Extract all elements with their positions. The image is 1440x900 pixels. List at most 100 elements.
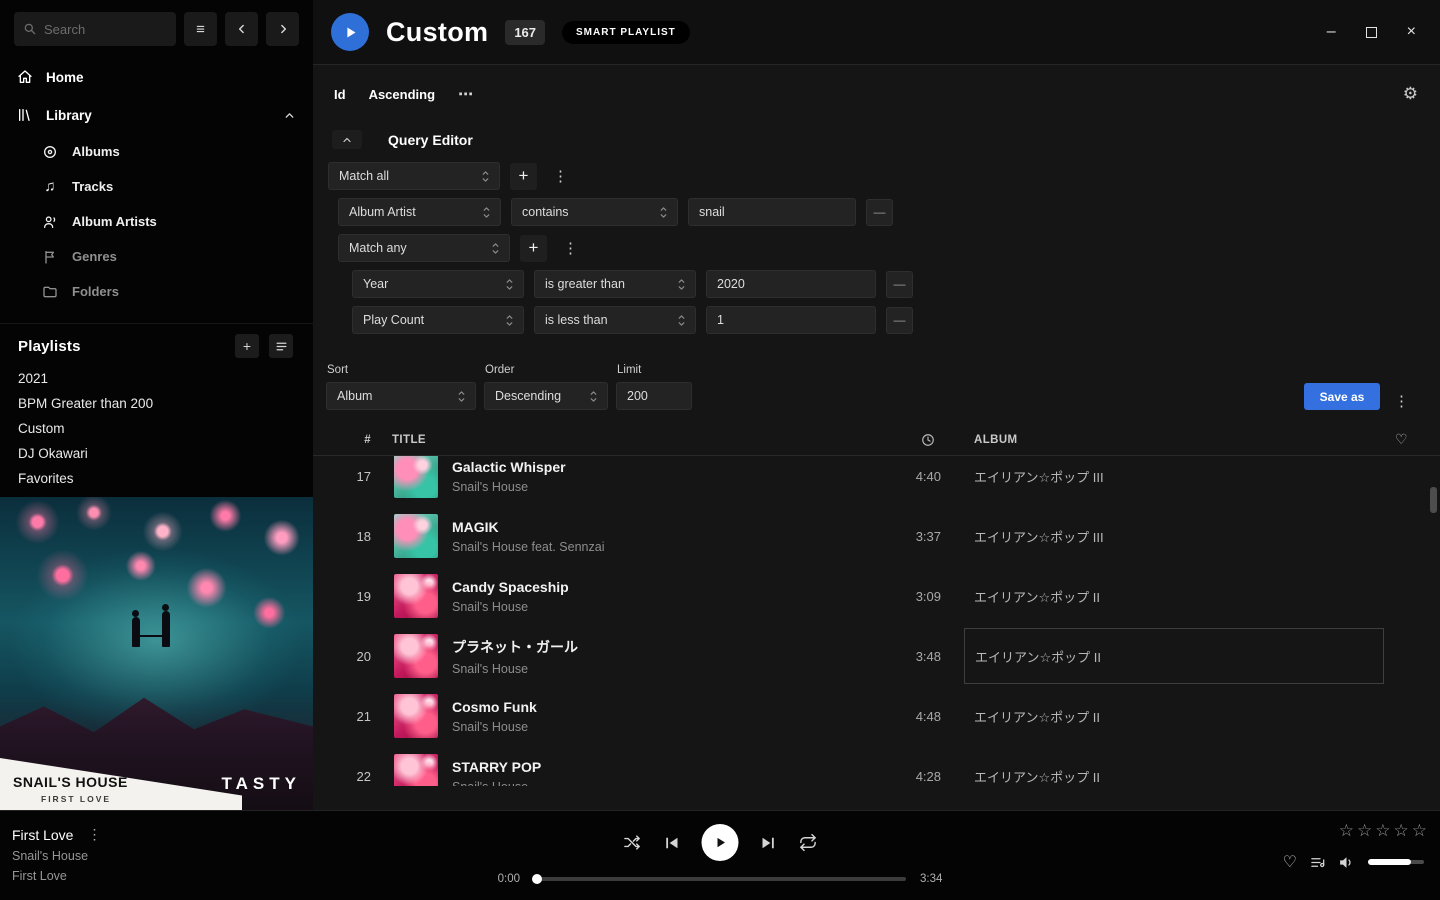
- volume-button[interactable]: [1338, 854, 1355, 871]
- add-rule-button[interactable]: +: [510, 163, 537, 190]
- rule-operator-select[interactable]: is greater than: [534, 270, 696, 298]
- updown-arrows-icon: [588, 390, 599, 403]
- collapse-query-editor-button[interactable]: [332, 130, 362, 149]
- now-playing-artwork[interactable]: SNAIL'S HOUSE FIRST LOVE TASTY: [0, 497, 313, 810]
- nav-back-button[interactable]: [225, 12, 258, 46]
- menu-button[interactable]: ≡: [184, 12, 217, 46]
- track-row[interactable]: 21 Cosmo Funk Snail's House 4:48 エイリアン☆ポ…: [313, 686, 1440, 746]
- sort-order-limit-row: Sort Album Order Descending Limit Save a…: [313, 342, 1440, 424]
- scrollbar-thumb[interactable]: [1430, 487, 1437, 513]
- order-select[interactable]: Descending: [484, 382, 608, 410]
- volume-slider[interactable]: [1368, 860, 1424, 864]
- sidebar-item-library[interactable]: Library: [0, 96, 313, 134]
- search-input-container[interactable]: [14, 12, 176, 46]
- save-as-button[interactable]: Save as: [1304, 383, 1380, 410]
- rule-operator-select[interactable]: is less than: [534, 306, 696, 334]
- now-playing-menu-icon[interactable]: ⋮: [87, 826, 101, 843]
- favorite-heart-icon[interactable]: ♡: [1283, 852, 1297, 872]
- rule-field-select[interactable]: Album Artist: [338, 198, 501, 226]
- rule-group-menu-icon[interactable]: ⋮: [557, 239, 584, 257]
- settings-gear-icon[interactable]: ⚙: [1403, 84, 1418, 104]
- updown-arrows-icon: [456, 390, 467, 403]
- remove-rule-button[interactable]: —: [886, 307, 913, 334]
- next-track-button[interactable]: [760, 834, 778, 852]
- sort-select[interactable]: Album: [326, 382, 476, 410]
- favorite-column-heart-icon[interactable]: ♡: [1395, 431, 1408, 448]
- playlist-item-dj-okawari[interactable]: DJ Okawari: [0, 441, 313, 466]
- track-row[interactable]: 18 MAGIK Snail's House feat. Sennzai 3:3…: [313, 506, 1440, 566]
- minimize-button[interactable]: –: [1327, 23, 1336, 41]
- play-pause-button[interactable]: [702, 824, 739, 861]
- rule-field-select[interactable]: Play Count: [352, 306, 524, 334]
- queue-button[interactable]: [1310, 855, 1325, 870]
- transport-controls: [623, 824, 818, 861]
- match-all-select[interactable]: Match all: [328, 162, 500, 190]
- add-rule-button[interactable]: +: [520, 235, 547, 262]
- sidebar-item-home[interactable]: Home: [0, 58, 313, 96]
- track-row[interactable]: 22 STARRY POP Snail's House 4:28 エイリアン☆ポ…: [313, 746, 1440, 786]
- sidebar-item-albums[interactable]: Albums: [0, 134, 313, 169]
- volume-icon: [1338, 854, 1355, 871]
- track-row[interactable]: 19 Candy Spaceship Snail's House 3:09 エイ…: [313, 566, 1440, 626]
- more-options-icon[interactable]: ⋯: [458, 85, 473, 103]
- track-album: エイリアン☆ポップ II: [964, 628, 1384, 684]
- chevron-up-icon[interactable]: [283, 109, 296, 122]
- close-button[interactable]: ×: [1407, 23, 1416, 41]
- search-icon: [23, 22, 37, 36]
- rule-value-input[interactable]: [688, 198, 856, 226]
- rule-group-menu-icon[interactable]: ⋮: [547, 167, 574, 185]
- limit-label: Limit: [616, 364, 692, 376]
- track-artist: Snail's House: [452, 480, 861, 494]
- star-icon[interactable]: ☆: [1412, 821, 1427, 841]
- rule-field-select[interactable]: Year: [352, 270, 524, 298]
- track-album: エイリアン☆ポップ II: [974, 746, 1384, 786]
- rule-value-input[interactable]: [706, 270, 876, 298]
- select-value: is less than: [545, 313, 608, 327]
- index-column-header[interactable]: #: [343, 434, 371, 446]
- remove-rule-button[interactable]: —: [866, 199, 893, 226]
- star-icon[interactable]: ☆: [1394, 821, 1409, 841]
- remove-rule-button[interactable]: —: [886, 271, 913, 298]
- track-row[interactable]: 17 Galactic Whisper Snail's House 4:40 エ…: [313, 456, 1440, 506]
- playlist-label: DJ Okawari: [18, 446, 88, 461]
- sort-direction-label[interactable]: Ascending: [369, 87, 435, 102]
- playlists-title: Playlists: [18, 338, 81, 355]
- library-submenu: Albums ♫ Tracks Album Artists Genres Fol…: [0, 134, 313, 309]
- match-any-select[interactable]: Match any: [338, 234, 510, 262]
- star-icon[interactable]: ☆: [1375, 821, 1390, 841]
- star-icon[interactable]: ☆: [1357, 821, 1372, 841]
- duration-column-clock-icon[interactable]: [921, 433, 935, 447]
- playlist-item-2021[interactable]: 2021: [0, 366, 313, 391]
- track-artist: Snail's House: [452, 780, 861, 787]
- maximize-button[interactable]: [1366, 27, 1377, 38]
- playlist-label: BPM Greater than 200: [18, 396, 153, 411]
- progress-section: 0:00 3:34: [486, 873, 954, 885]
- query-editor-title: Query Editor: [388, 132, 473, 148]
- play-playlist-button[interactable]: [331, 13, 369, 51]
- nav-forward-button[interactable]: [266, 12, 299, 46]
- title-column-header[interactable]: TITLE: [392, 434, 426, 446]
- playlist-item-favorites[interactable]: Favorites: [0, 466, 313, 491]
- rule-operator-select[interactable]: contains: [511, 198, 678, 226]
- playlist-item-bpm[interactable]: BPM Greater than 200: [0, 391, 313, 416]
- playlist-item-custom[interactable]: Custom: [0, 416, 313, 441]
- playlist-list-options-button[interactable]: [269, 334, 293, 358]
- sidebar-item-genres[interactable]: Genres: [0, 239, 313, 274]
- limit-input[interactable]: [616, 382, 692, 410]
- add-playlist-button[interactable]: +: [235, 334, 259, 358]
- seek-knob[interactable]: [532, 874, 542, 884]
- save-menu-icon[interactable]: ⋮: [1388, 392, 1415, 410]
- sort-field-label[interactable]: Id: [334, 87, 346, 102]
- repeat-button[interactable]: [799, 833, 818, 852]
- sidebar-item-folders[interactable]: Folders: [0, 274, 313, 309]
- track-titles: Candy Spaceship Snail's House: [452, 579, 861, 614]
- seek-bar[interactable]: [534, 877, 906, 881]
- star-icon[interactable]: ☆: [1339, 821, 1354, 841]
- shuffle-button[interactable]: [623, 833, 642, 852]
- album-column-header[interactable]: ALBUM: [974, 434, 1018, 446]
- track-row[interactable]: 20 プラネット・ガール Snail's House 3:48 エイリアン☆ポッ…: [313, 626, 1440, 686]
- rule-value-input[interactable]: [706, 306, 876, 334]
- sidebar-item-album-artists[interactable]: Album Artists: [0, 204, 313, 239]
- sidebar-item-tracks[interactable]: ♫ Tracks: [0, 169, 313, 204]
- previous-track-button[interactable]: [663, 834, 681, 852]
